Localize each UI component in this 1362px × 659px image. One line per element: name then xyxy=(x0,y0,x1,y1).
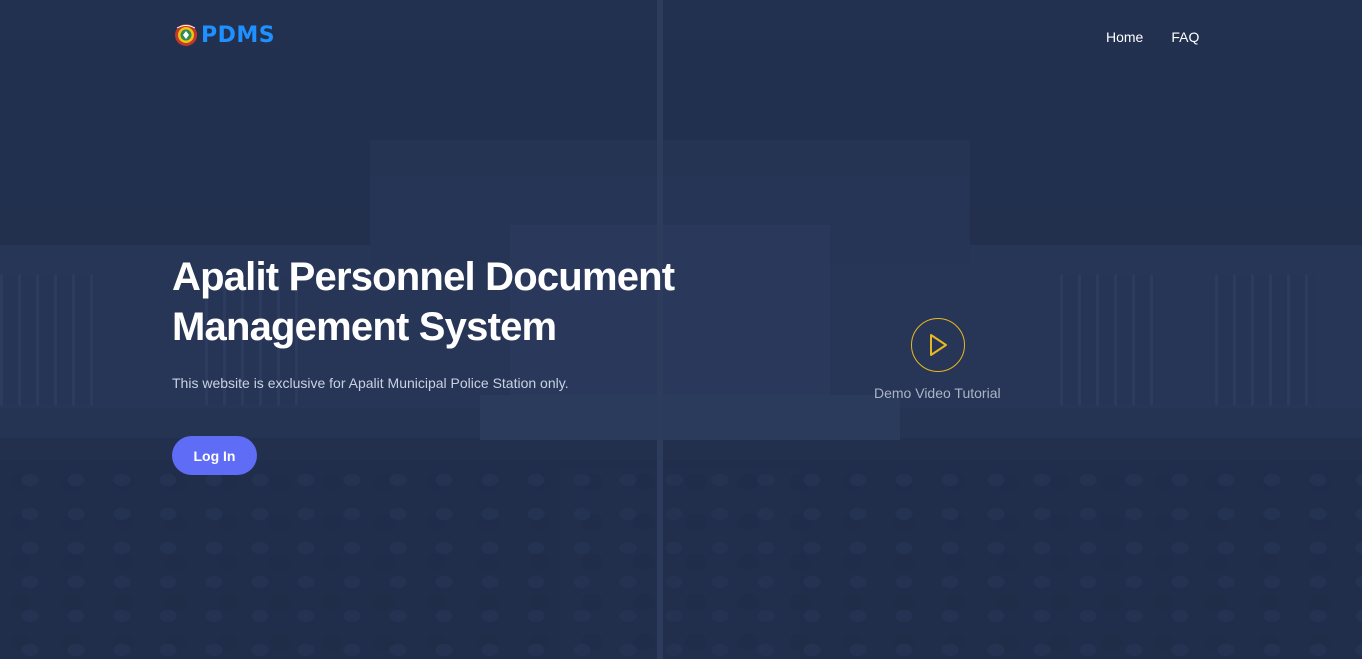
main-nav: Home FAQ xyxy=(1106,29,1227,45)
nav-faq[interactable]: FAQ xyxy=(1171,29,1199,45)
login-button[interactable]: Log In xyxy=(172,436,257,475)
play-icon xyxy=(925,331,951,359)
demo-video-label[interactable]: Demo Video Tutorial xyxy=(874,385,1001,401)
demo-video-play-button[interactable] xyxy=(911,318,965,372)
police-seal-icon xyxy=(174,22,198,48)
nav-home[interactable]: Home xyxy=(1106,29,1143,45)
hero-title: Apalit Personnel Document Management Sys… xyxy=(172,255,675,349)
brand-name: PDMS xyxy=(201,22,276,48)
brand-logo-link[interactable]: PDMS xyxy=(174,22,275,48)
navbar: PDMS Home FAQ xyxy=(0,0,1362,76)
hero-subtitle: This website is exclusive for Apalit Mun… xyxy=(172,375,569,391)
